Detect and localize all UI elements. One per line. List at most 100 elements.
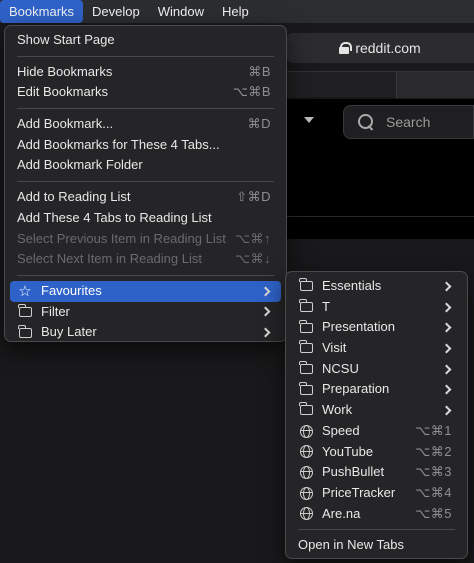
star-icon: ☆ — [18, 282, 32, 300]
menu-item-label: Add Bookmark... — [17, 116, 114, 132]
submenu-folder-item[interactable]: Essentials — [291, 276, 462, 297]
menubar-help[interactable]: Help — [213, 0, 258, 23]
submenu-site-item[interactable]: Speed ⌥⌘1 — [291, 421, 462, 442]
menu-item-select-next: Select Next Item in Reading List ⌥⌘↓ — [10, 249, 281, 270]
chevron-right-icon — [441, 281, 452, 292]
folder-icon — [17, 324, 33, 338]
submenu-folder-item[interactable]: Work — [291, 400, 462, 421]
shortcut-label: ⌥⌘4 — [415, 484, 452, 500]
menu-item-label: Edit Bookmarks — [17, 84, 109, 100]
menu-separator — [17, 108, 274, 110]
shortcut-label: ⌥⌘5 — [415, 505, 452, 521]
shortcut-label: ⌥⌘2 — [415, 443, 452, 459]
menu-item-label: Work — [322, 402, 353, 418]
submenu-folder-item[interactable]: NCSU — [291, 359, 462, 380]
menu-item-label: Visit — [322, 340, 347, 356]
menu-separator — [17, 274, 274, 276]
chevron-right-icon — [441, 302, 452, 312]
menu-item-add-reading-list[interactable]: Add to Reading List ⇧⌘D — [10, 187, 281, 208]
folder-icon — [298, 340, 314, 354]
shortcut-label: ⌥⌘3 — [415, 464, 452, 480]
caret-down-icon[interactable] — [304, 117, 314, 123]
globe-icon — [298, 507, 314, 521]
site-search-box[interactable]: Search — [343, 105, 474, 139]
menu-item-label: NCSU — [322, 360, 359, 376]
folder-icon — [298, 402, 314, 416]
submenu-folder-item[interactable]: Presentation — [291, 317, 462, 338]
favourites-submenu: Essentials T Presentation Visit NCSU Pre… — [285, 271, 468, 559]
address-bar[interactable]: reddit.com — [286, 33, 474, 63]
menu-separator — [298, 529, 455, 531]
chevron-right-icon — [260, 306, 271, 317]
menubar-develop[interactable]: Develop — [83, 0, 149, 23]
active-tab[interactable] — [396, 72, 474, 98]
menu-item-label: Select Previous Item in Reading List — [17, 230, 226, 246]
menu-item-filter[interactable]: Filter — [10, 302, 281, 323]
submenu-site-item[interactable]: PriceTracker ⌥⌘4 — [291, 483, 462, 504]
chevron-right-icon — [441, 364, 452, 375]
menu-item-edit-bookmarks[interactable]: Edit Bookmarks ⌥⌘B — [10, 82, 281, 103]
submenu-site-item[interactable]: PushBullet ⌥⌘3 — [291, 462, 462, 483]
shortcut-label: ⌘D — [247, 116, 271, 132]
menu-item-label: YouTube — [322, 443, 374, 459]
menu-item-show-start-page[interactable]: Show Start Page — [10, 30, 281, 51]
shortcut-label: ⌥⌘B — [232, 84, 271, 100]
menu-item-add-bookmarks-tabs[interactable]: Add Bookmarks for These 4 Tabs... — [10, 135, 281, 156]
menu-item-add-tabs-reading-list[interactable]: Add These 4 Tabs to Reading List — [10, 208, 281, 229]
submenu-folder-item[interactable]: Visit — [291, 338, 462, 359]
menu-item-label: Select Next Item in Reading List — [17, 251, 202, 267]
menu-item-label: Add Bookmark Folder — [17, 157, 143, 173]
menu-item-label: Are.na — [322, 505, 361, 521]
menu-separator — [17, 181, 274, 183]
bookmarks-menu: Show Start Page Hide Bookmarks ⌘B Edit B… — [4, 25, 287, 342]
submenu-site-item[interactable]: YouTube ⌥⌘2 — [291, 442, 462, 463]
divider — [286, 216, 474, 217]
menu-item-label: Add Bookmarks for These 4 Tabs... — [17, 136, 220, 152]
chevron-right-icon — [441, 322, 452, 333]
menu-item-favourites[interactable]: ☆ Favourites — [10, 280, 281, 302]
menu-item-add-bookmark[interactable]: Add Bookmark... ⌘D — [10, 114, 281, 135]
menu-separator — [17, 55, 274, 57]
menu-item-add-bookmark-folder[interactable]: Add Bookmark Folder — [10, 155, 281, 176]
globe-icon — [298, 424, 314, 438]
menubar-bookmarks[interactable]: Bookmarks — [0, 0, 84, 23]
shortcut-label: ⇧⌘D — [236, 189, 271, 205]
submenu-folder-item[interactable]: T — [291, 297, 462, 318]
submenu-folder-item[interactable]: Preparation — [291, 379, 462, 400]
menu-item-label: PriceTracker — [322, 484, 396, 500]
folder-icon — [298, 319, 314, 333]
chevron-right-icon — [441, 384, 452, 395]
globe-icon — [298, 445, 314, 459]
menu-item-label: Show Start Page — [17, 32, 115, 47]
shortcut-label: ⌥⌘1 — [415, 422, 452, 438]
submenu-site-item[interactable]: Are.na ⌥⌘5 — [291, 504, 462, 525]
chevron-right-icon — [441, 405, 452, 416]
menu-item-label: Open in New Tabs — [298, 537, 404, 553]
folder-icon — [298, 361, 314, 375]
menu-item-label: Buy Later — [41, 324, 97, 340]
globe-icon — [298, 466, 314, 480]
folder-icon — [298, 381, 314, 395]
menu-item-label: Hide Bookmarks — [17, 63, 113, 79]
menu-item-label: T — [322, 298, 330, 314]
search-placeholder: Search — [386, 114, 431, 130]
menu-item-label: Essentials — [322, 278, 382, 293]
search-icon — [358, 114, 374, 130]
menu-item-label: Preparation — [322, 381, 390, 397]
lock-icon — [339, 42, 353, 54]
chevron-right-icon — [441, 343, 452, 354]
menu-item-label: Add These 4 Tabs to Reading List — [17, 209, 212, 225]
menu-item-hide-bookmarks[interactable]: Hide Bookmarks ⌘B — [10, 62, 281, 83]
folder-icon — [298, 278, 314, 292]
menu-item-open-in-new-tabs[interactable]: Open in New Tabs — [291, 535, 462, 556]
address-text: reddit.com — [355, 40, 421, 56]
menubar-window[interactable]: Window — [149, 0, 213, 23]
shortcut-label: ⌥⌘↓ — [235, 251, 271, 267]
menu-item-label: Filter — [41, 303, 70, 319]
tab-strip — [286, 71, 474, 98]
menu-bar: Bookmarks Develop Window Help — [0, 0, 474, 23]
folder-icon — [17, 303, 33, 317]
globe-icon — [298, 486, 314, 500]
menu-item-label: Favourites — [41, 282, 102, 298]
menu-item-buy-later[interactable]: Buy Later — [10, 322, 281, 343]
